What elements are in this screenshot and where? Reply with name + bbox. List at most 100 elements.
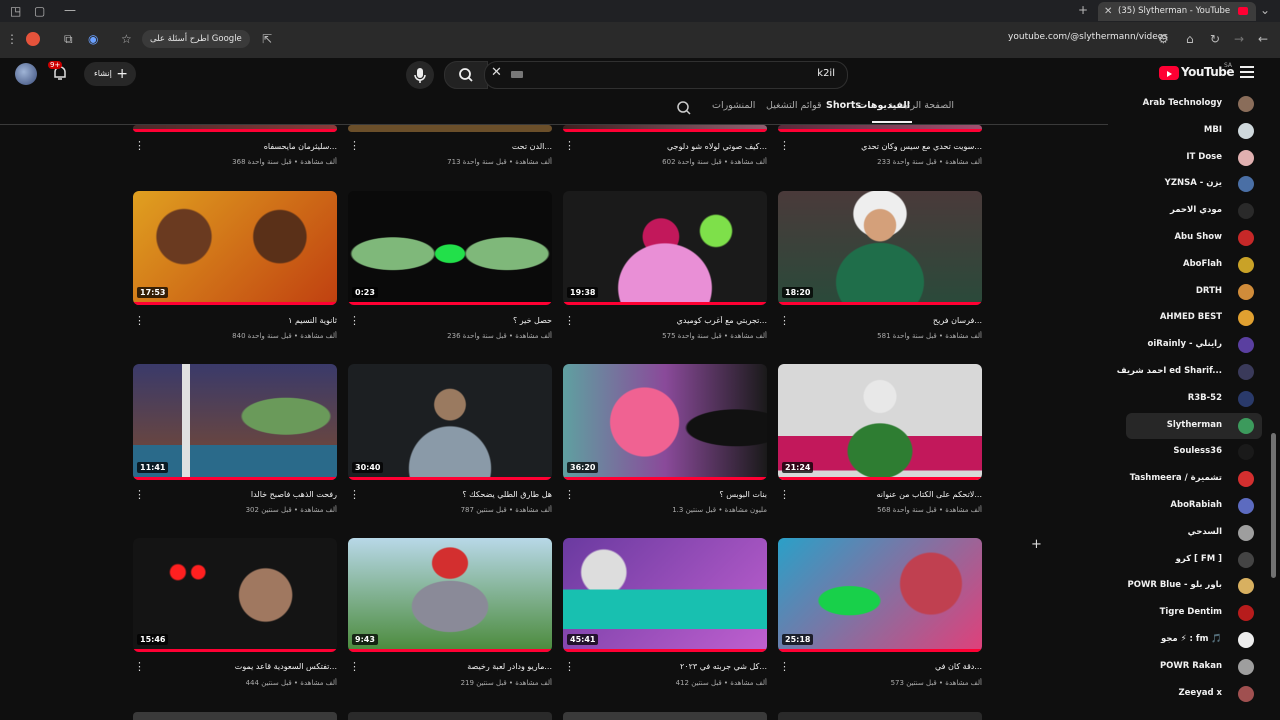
sidebar-subscription-item[interactable]: IT Dose — [1126, 145, 1262, 171]
share-icon[interactable]: ⇱ — [262, 32, 272, 46]
video-title[interactable]: كل شي جربته في ٢٠٢٣... — [573, 662, 767, 671]
tab-posts[interactable]: المنشورات — [712, 100, 755, 111]
video-more-icon[interactable]: ⋮ — [134, 489, 145, 500]
extensions-puzzle-icon[interactable]: ⧉ — [64, 32, 73, 46]
video-title[interactable]: تجربتي مع أغرب كوميدي... — [573, 316, 767, 325]
video-thumbnail[interactable]: 19:38 — [563, 191, 767, 305]
video-title[interactable]: ثانوية النسيم ١ — [143, 316, 337, 325]
sidebar-subscription-item[interactable]: احمد شريف ed Sharif... — [1117, 359, 1262, 385]
back-icon[interactable]: ← — [1258, 32, 1268, 46]
sidebar-subscription-item[interactable]: MBI — [1126, 118, 1262, 144]
forward-icon[interactable]: → — [1234, 32, 1244, 46]
reload-icon[interactable]: ↻ — [1210, 32, 1220, 46]
google-ask-pill[interactable]: اطرح أسئلة على Google — [142, 30, 250, 48]
scrollbar[interactable] — [1270, 96, 1277, 716]
sidebar-subscription-item[interactable]: Slytherman — [1126, 413, 1262, 439]
video-thumbnail[interactable] — [778, 712, 982, 720]
clear-search-icon[interactable]: ✕ — [491, 65, 502, 80]
video-title[interactable]: هل طارق الطلي يضحكك ؟ — [358, 490, 552, 499]
video-thumbnail[interactable]: 36:20 — [563, 364, 767, 480]
sidebar-subscription-item[interactable]: Tigre Dentim — [1126, 600, 1262, 626]
sidebar-subscription-item[interactable]: AHMED BEST — [1126, 305, 1262, 331]
sidebar-subscription-item[interactable]: YZNSA - يزن — [1126, 171, 1262, 197]
youtube-logo-icon[interactable] — [1159, 66, 1179, 80]
video-thumbnail[interactable]: 15:46 — [133, 538, 337, 652]
video-thumbnail[interactable]: 21:24 — [778, 364, 982, 480]
video-thumbnail[interactable]: 30:40 — [348, 364, 552, 480]
sidebar-subscription-item[interactable]: DRTH — [1126, 279, 1262, 305]
minimize-icon[interactable]: — — [64, 3, 76, 17]
create-button[interactable]: + إنشاء — [84, 62, 136, 86]
video-more-icon[interactable]: ⋮ — [564, 315, 575, 326]
sidebar-subscription-item[interactable]: POWR Blue - باور بلو — [1126, 573, 1262, 599]
video-more-icon[interactable]: ⋮ — [779, 315, 790, 326]
tab-playlists[interactable]: قوائم التشغيل — [766, 100, 822, 111]
sidebar-subscription-item[interactable]: Arab Technology — [1126, 91, 1262, 117]
video-title[interactable]: سليثرمان مايحسفاه... — [143, 142, 337, 151]
sidebar-subscription-item[interactable]: Abu Show — [1126, 225, 1262, 251]
voice-wave-icon[interactable]: ◉ — [88, 32, 98, 46]
video-title[interactable]: فرسان فريح... — [788, 316, 982, 325]
sidebar-subscription-item[interactable]: مودي الاحمر — [1126, 198, 1262, 224]
sidebar-subscription-item[interactable]: AboFlah — [1126, 252, 1262, 278]
video-title[interactable]: حصل خير ؟ — [358, 316, 552, 325]
voice-search-button[interactable] — [406, 61, 434, 89]
video-thumbnail[interactable]: 11:41 — [133, 364, 337, 480]
search-button[interactable] — [444, 61, 488, 89]
video-more-icon[interactable]: ⋮ — [349, 489, 360, 500]
video-title[interactable]: كيف صوتي لولاه شو دلوجي... — [573, 142, 767, 151]
tab-videos[interactable]: الفيديوهات — [858, 100, 910, 111]
extension-icon[interactable] — [26, 32, 40, 46]
tab-shorts[interactable]: Shorts — [826, 100, 861, 111]
hamburger-menu-icon[interactable] — [1240, 66, 1254, 78]
browser-tab-youtube[interactable]: ✕ (35) Slytherman - YouTube — [1098, 2, 1256, 21]
channel-search-icon[interactable] — [676, 100, 692, 116]
video-more-icon[interactable]: ⋮ — [564, 489, 575, 500]
sidebar-subscription-item[interactable]: oiRainly - راينلي — [1126, 332, 1262, 358]
video-more-icon[interactable]: ⋮ — [349, 661, 360, 672]
video-title[interactable]: دقة كان في... — [788, 662, 982, 671]
sidebar-subscription-item[interactable]: R3B-52 — [1126, 386, 1262, 412]
menu-dots-icon[interactable]: ⋮ — [6, 32, 18, 46]
video-thumbnail[interactable] — [563, 712, 767, 720]
video-thumbnail[interactable] — [348, 712, 552, 720]
tab-search-icon[interactable]: ◳ — [10, 4, 21, 18]
chevron-down-icon[interactable]: ⌄ — [1260, 3, 1270, 17]
bookmark-star-icon[interactable]: ☆ — [121, 32, 132, 46]
sidebar-subscription-item[interactable]: Souless36 — [1126, 439, 1262, 465]
video-thumbnail[interactable] — [563, 125, 767, 132]
search-input[interactable]: ✕ k2il — [484, 61, 848, 89]
home-icon[interactable]: ⌂ — [1186, 32, 1194, 46]
video-thumbnail[interactable] — [778, 125, 982, 132]
video-thumbnail[interactable] — [133, 712, 337, 720]
url-text[interactable]: youtube.com/@slythermann/videos — [1008, 32, 1168, 42]
video-more-icon[interactable]: ⋮ — [779, 489, 790, 500]
video-title[interactable]: الدن تحت... — [358, 142, 552, 151]
video-more-icon[interactable]: ⋮ — [779, 140, 790, 151]
scrollbar-thumb[interactable] — [1271, 433, 1276, 578]
sidebar-subscription-item[interactable]: Zeeyad x — [1126, 681, 1262, 707]
site-settings-icon[interactable]: ⚙ — [1158, 32, 1169, 46]
video-more-icon[interactable]: ⋮ — [349, 315, 360, 326]
video-thumbnail[interactable] — [348, 125, 552, 132]
sidebar-subscription-item[interactable]: Tashmeera / تشميرة — [1126, 466, 1262, 492]
video-more-icon[interactable]: ⋮ — [564, 140, 575, 151]
video-title[interactable]: بنات البوبس ؟ — [573, 490, 767, 499]
sidebar-subscription-item[interactable]: AboRabiah — [1126, 493, 1262, 519]
sidebar-subscription-item[interactable]: مجو ⚡ : fm 🎵 — [1126, 627, 1262, 653]
sidebar-subscription-item[interactable]: كرو [ FM ] — [1126, 547, 1262, 573]
avatar[interactable] — [15, 63, 37, 85]
video-title[interactable]: سويت تحدي مع سيس وكان تحدي... — [788, 142, 982, 151]
video-thumbnail[interactable]: 17:53 — [133, 191, 337, 305]
video-thumbnail[interactable]: 9:43 — [348, 538, 552, 652]
sidebar-subscription-item[interactable]: POWR Rakan — [1126, 654, 1262, 680]
video-title[interactable]: لاتحكم على الكتاب من عنوانه... — [788, 490, 983, 499]
sidebar-subscription-item[interactable]: السدحي — [1126, 520, 1262, 546]
video-more-icon[interactable]: ⋮ — [134, 140, 145, 151]
video-thumbnail[interactable]: 0:23 — [348, 191, 552, 305]
video-thumbnail[interactable]: 45:41 — [563, 538, 767, 652]
video-more-icon[interactable]: ⋮ — [134, 661, 145, 672]
video-title[interactable]: تفتكس السعودية قاعد يموت... — [143, 662, 337, 671]
close-tab-icon[interactable]: ✕ — [1104, 2, 1112, 21]
video-thumbnail[interactable]: 18:20 — [778, 191, 982, 305]
